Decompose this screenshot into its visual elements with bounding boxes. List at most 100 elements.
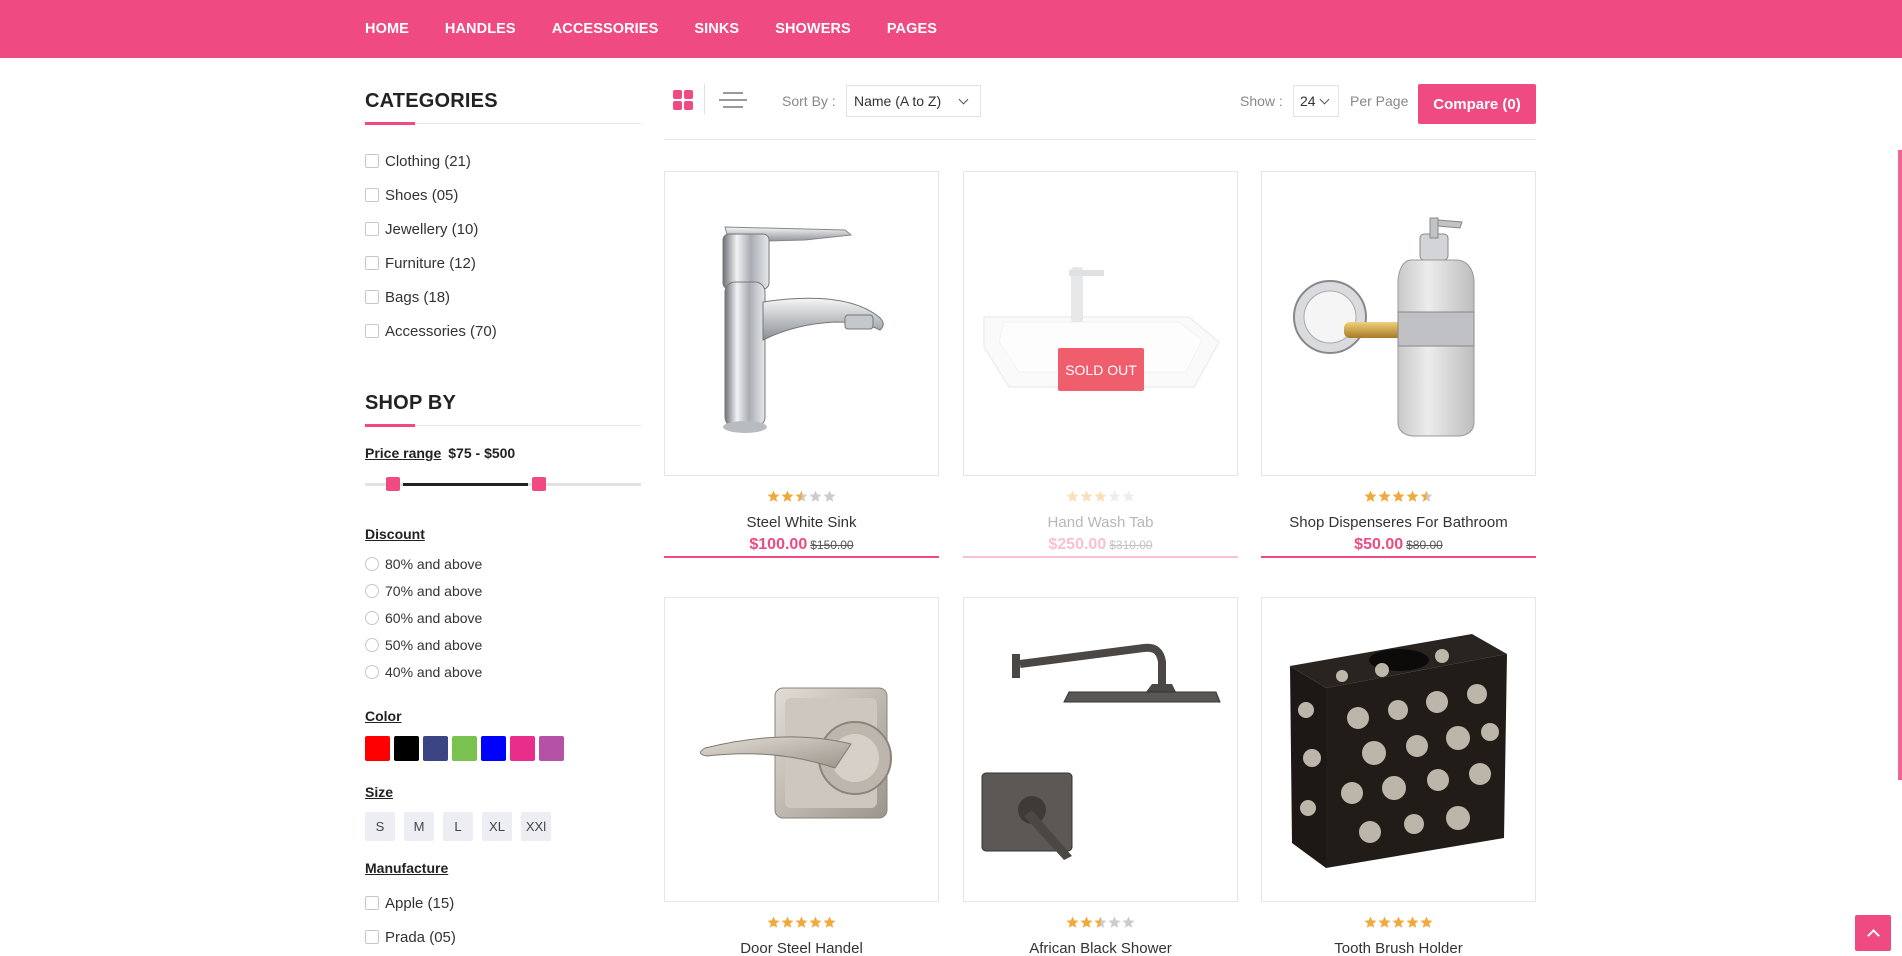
manufacturer-item-apple[interactable]: Apple (15) <box>365 886 641 920</box>
category-item-bags[interactable]: Bags (18) <box>365 280 641 314</box>
category-item-jewellery[interactable]: Jewellery (10) <box>365 212 641 246</box>
size-m-button[interactable]: M <box>404 812 434 841</box>
per-page-select[interactable]: 24 <box>1293 85 1339 117</box>
star-icon <box>1420 916 1433 928</box>
nav-handles[interactable]: HANDLES <box>445 21 516 37</box>
door-handle-image <box>700 687 892 819</box>
checkbox[interactable] <box>365 896 379 910</box>
discount-option[interactable]: 70% and above <box>365 577 641 604</box>
slider-max-handle[interactable] <box>532 477 546 491</box>
product-card[interactable]: SOLD OUT Hand Wash Tab $250.00 $310.00 <box>963 171 1238 558</box>
checkbox[interactable] <box>365 930 379 944</box>
manufacturer-item-prada[interactable]: Prada (05) <box>365 920 641 954</box>
radio-button[interactable] <box>365 664 379 679</box>
slider-range <box>403 483 528 486</box>
compare-button[interactable]: Compare (0) <box>1418 84 1536 124</box>
product-image[interactable]: SOLD OUT <box>963 171 1238 476</box>
rating-stars <box>963 916 1238 930</box>
star-icon <box>795 490 808 502</box>
color-swatch-black[interactable] <box>394 736 419 761</box>
size-s-button[interactable]: S <box>365 812 395 841</box>
color-swatch-red[interactable] <box>365 736 390 761</box>
star-icon <box>1122 490 1135 502</box>
nav-home[interactable]: HOME <box>365 21 409 37</box>
star-icon <box>823 916 836 928</box>
category-item-shoes[interactable]: Shoes (05) <box>365 178 641 212</box>
radio-button[interactable] <box>365 637 379 652</box>
product-price: $250.00 <box>1048 536 1107 553</box>
product-card[interactable]: Tooth Brush Holder <box>1261 597 1536 956</box>
color-swatch-navy[interactable] <box>423 736 448 761</box>
grid-view-icon[interactable] <box>673 90 693 110</box>
sort-selected-value: Name (A to Z) <box>854 93 942 109</box>
dispenser-image <box>1293 217 1475 437</box>
product-image[interactable] <box>664 171 939 476</box>
star-icon <box>1066 490 1079 502</box>
checkbox[interactable] <box>365 222 379 236</box>
price-slider[interactable] <box>365 476 641 492</box>
category-item-furniture[interactable]: Furniture (12) <box>365 246 641 280</box>
manufacturer-label: Prada (05) <box>385 928 456 946</box>
color-swatch-green[interactable] <box>452 736 477 761</box>
size-xl-button[interactable]: XL <box>482 812 512 841</box>
color-swatch-purple[interactable] <box>539 736 564 761</box>
star-icon <box>1080 916 1093 928</box>
nav-accessories[interactable]: ACCESSORIES <box>552 21 659 37</box>
product-name[interactable]: Shop Dispenseres For Bathroom <box>1261 514 1536 531</box>
product-image[interactable] <box>1261 597 1536 902</box>
radio-button[interactable] <box>365 610 379 625</box>
discount-option[interactable]: 50% and above <box>365 631 641 658</box>
sort-select[interactable]: Name (A to Z) <box>846 85 981 117</box>
size-xxl-button[interactable]: XXl <box>521 812 551 841</box>
discount-option[interactable]: 80% and above <box>365 550 641 577</box>
discount-option-label: 40% and above <box>385 663 483 680</box>
product-name[interactable]: Tooth Brush Holder <box>1261 940 1536 956</box>
size-l-button[interactable]: L <box>443 812 473 841</box>
product-image[interactable] <box>963 597 1238 902</box>
discount-option[interactable]: 60% and above <box>365 604 641 631</box>
radio-button[interactable] <box>365 583 379 598</box>
nav-pages[interactable]: PAGES <box>887 21 937 37</box>
color-swatch-pink[interactable] <box>510 736 535 761</box>
checkbox[interactable] <box>365 154 379 168</box>
product-card[interactable]: Shop Dispenseres For Bathroom $50.00 $80.… <box>1261 171 1536 558</box>
product-name[interactable]: Steel White Sink <box>664 514 939 531</box>
slider-min-handle[interactable] <box>386 477 400 491</box>
product-old-price: $150.00 <box>810 538 854 552</box>
product-underline <box>664 556 939 558</box>
product-name[interactable]: African Black Shower <box>963 940 1238 956</box>
size-options: S M L XL XXl <box>365 812 641 841</box>
category-item-clothing[interactable]: Clothing (21) <box>365 144 641 178</box>
nav-showers[interactable]: SHOWERS <box>775 21 851 37</box>
checkbox[interactable] <box>365 324 379 338</box>
star-icon <box>1420 490 1433 502</box>
checkbox[interactable] <box>365 256 379 270</box>
product-name[interactable]: Hand Wash Tab <box>963 514 1238 531</box>
category-label: Accessories (70) <box>385 322 497 340</box>
product-prices: $250.00 $310.00 <box>963 536 1238 554</box>
product-name[interactable]: Door Steel Handel <box>664 940 939 956</box>
price-range-value: $75 - $500 <box>448 445 516 461</box>
page-scrollbar[interactable] <box>1898 150 1902 780</box>
color-swatch-blue[interactable] <box>481 736 506 761</box>
sold-out-badge: SOLD OUT <box>1058 348 1144 391</box>
product-card[interactable]: Steel White Sink $100.00 $150.00 <box>664 171 939 558</box>
nav-sinks[interactable]: SINKS <box>694 21 739 37</box>
checkbox[interactable] <box>365 188 379 202</box>
product-old-price: $80.00 <box>1406 538 1443 552</box>
product-old-price: $310.00 <box>1109 538 1153 552</box>
product-card[interactable]: African Black Shower <box>963 597 1238 956</box>
product-image[interactable] <box>664 597 939 902</box>
discount-option[interactable]: 40% and above <box>365 658 641 685</box>
category-label: Clothing (21) <box>385 152 471 170</box>
star-icon <box>1066 916 1079 928</box>
radio-button[interactable] <box>365 556 379 571</box>
product-card[interactable]: Door Steel Handel <box>664 597 939 956</box>
checkbox[interactable] <box>365 290 379 304</box>
list-view-icon[interactable] <box>719 90 747 110</box>
scroll-to-top-button[interactable] <box>1855 915 1891 951</box>
rating-stars <box>664 490 939 504</box>
product-price: $100.00 <box>749 536 808 553</box>
product-image[interactable] <box>1261 171 1536 476</box>
category-item-accessories[interactable]: Accessories (70) <box>365 314 641 348</box>
